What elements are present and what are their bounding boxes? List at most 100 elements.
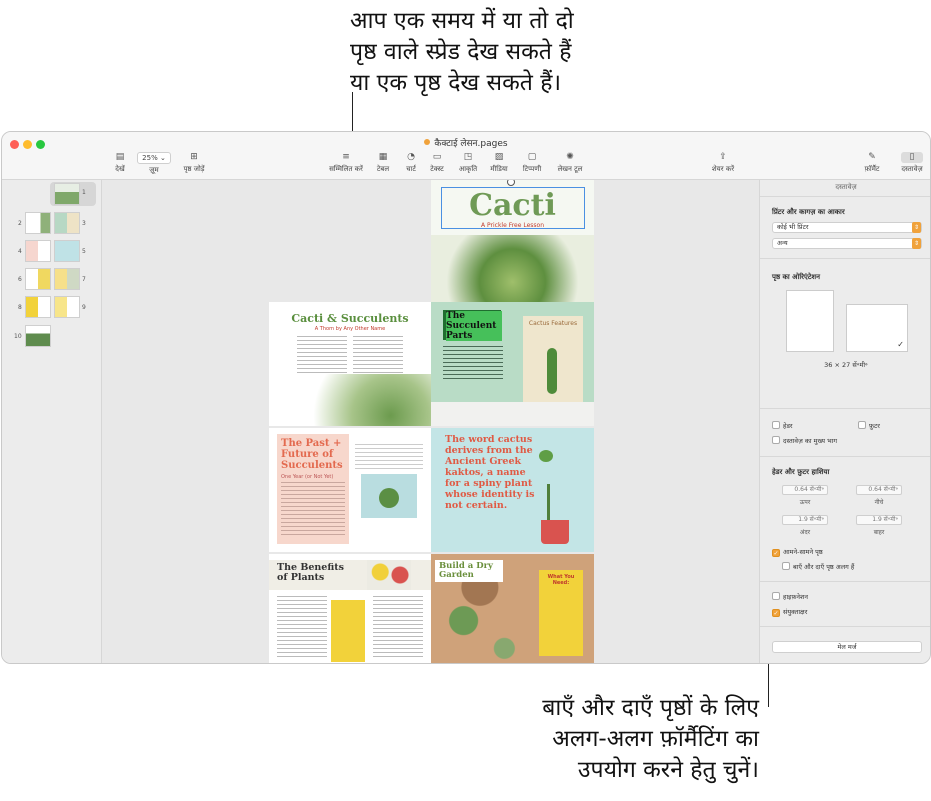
page-size-text: 36 × 27 सें॰मी॰ — [824, 361, 868, 369]
page-2-title[interactable]: Cacti & Succulents — [269, 312, 431, 325]
page-thumbnail[interactable] — [54, 268, 80, 290]
checkbox[interactable] — [772, 592, 780, 600]
top-margin-field[interactable]: 0.64 सें॰मी॰ — [782, 485, 828, 495]
footer-checkbox[interactable]: फ़ुटर — [858, 421, 880, 430]
window-title: कैक्टाई लेसन.pages — [2, 136, 930, 149]
landscape-orientation-button[interactable]: ✓ — [846, 304, 908, 352]
table-button[interactable]: ▦ टेबल — [370, 152, 396, 174]
share-button[interactable]: ⇪ शेयर करें — [707, 152, 739, 174]
margins-label: हेडर और फ़ुटर हाशिया — [772, 468, 830, 476]
comment-button[interactable]: ▢ टिप्पणी — [517, 152, 547, 174]
page-thumbnail[interactable] — [25, 268, 51, 290]
divider — [760, 408, 930, 409]
document-canvas[interactable]: Cacti A Prickle Free Lesson Cacti & Succ… — [102, 180, 759, 663]
format-label: फ़ॉर्मैट — [864, 165, 880, 173]
add-page-button[interactable]: ⊞ पृष्ठ जोड़ें — [177, 152, 211, 174]
outside-margin-field[interactable]: 1.9 सें॰मी॰ — [856, 515, 902, 525]
paper-size-popup[interactable]: अन्य ⇕ — [772, 238, 922, 249]
format-button[interactable]: ✎ फ़ॉर्मैट — [859, 152, 885, 174]
facing-pages-checkbox[interactable]: ✓ आमने-सामने पृष्ठ — [772, 547, 823, 557]
insert-button[interactable]: ≡ सम्मिलित करें — [328, 152, 364, 174]
page-thumbnail[interactable] — [54, 212, 80, 234]
media-button[interactable]: ▨ मीडिया — [486, 152, 512, 174]
document-body-label: दस्तावेज़ का मुख्य भाग — [783, 437, 838, 445]
checkbox[interactable]: ✓ — [772, 609, 780, 617]
checkbox[interactable]: ✓ — [772, 549, 780, 557]
header-checkbox[interactable]: हेडर — [772, 421, 793, 430]
callout-spreads: आप एक समय में या तो दो पृष्ठ वाले स्प्रे… — [350, 6, 650, 99]
media-label: मीडिया — [490, 165, 508, 173]
page-number: 9 — [82, 304, 86, 311]
plant-leaf — [539, 450, 553, 462]
writing-tools-button[interactable]: ✺ लेखन टूल — [553, 152, 587, 174]
page-thumbnail[interactable] — [54, 240, 80, 262]
page-7[interactable]: Build a Dry Garden What You Need: — [431, 554, 594, 663]
left-right-different-checkbox[interactable]: बाएँ और दाएँ पृष्ठ अलग हैं — [782, 562, 854, 571]
page-3-note[interactable]: Cactus Features — [527, 320, 579, 327]
paintbrush-icon: ✎ — [868, 152, 876, 162]
page-2-subtitle[interactable]: A Thorn by Any Other Name — [269, 326, 431, 332]
text-button[interactable]: ▭ टेक्स्ट — [425, 152, 449, 174]
header-label: हेडर — [783, 422, 793, 430]
zoom-select[interactable]: 25% ⌄ — [137, 152, 171, 164]
page-4-title[interactable]: The Past + Future of Succulents — [281, 438, 345, 471]
succulent-photo — [269, 374, 431, 426]
page-7-card-title[interactable]: What You Need: — [539, 574, 583, 586]
paper-value: अन्य — [777, 239, 788, 247]
page-5[interactable]: The word cactus derives from the Ancient… — [431, 428, 594, 552]
page-4-subtitle[interactable]: One Year (or Not Yet) — [281, 474, 345, 480]
writing-tools-icon: ✺ — [566, 152, 574, 162]
page-number: 4 — [18, 248, 22, 255]
chart-label: चार्ट — [406, 165, 416, 173]
page-thumbnail[interactable] — [25, 240, 51, 262]
page-thumbnail[interactable] — [25, 325, 51, 347]
inside-margin-field[interactable]: 1.9 सें॰मी॰ — [782, 515, 828, 525]
portrait-orientation-button[interactable] — [786, 290, 834, 352]
callout-line: उपयोग करने हेतु चुनें। — [577, 757, 759, 783]
mail-merge-button[interactable]: मेल मर्ज — [772, 641, 922, 653]
pages-window: कैक्टाई लेसन.pages ▤ देखें 25% ⌄ ज़ूम ⊞ पृष… — [1, 131, 931, 664]
checkbox[interactable] — [858, 421, 866, 429]
page-6-title[interactable]: The Benefits of Plants — [277, 563, 347, 583]
checkbox[interactable] — [772, 421, 780, 429]
page-number: 10 — [14, 333, 22, 340]
page-thumbnail[interactable] — [25, 212, 51, 234]
bottom-margin-field[interactable]: 0.64 सें॰मी॰ — [856, 485, 902, 495]
facing-pages-label: आमने-सामने पृष्ठ — [783, 548, 823, 556]
page-thumbnail[interactable] — [25, 296, 51, 318]
sidebar-icon: ▤ — [115, 152, 125, 162]
page-3[interactable]: The Succulent Parts Cactus Features — [431, 302, 594, 426]
page-7-title[interactable]: Build a Dry Garden — [439, 562, 505, 580]
hyphenation-checkbox[interactable]: हाइफ़नेशन — [772, 592, 808, 601]
page-4[interactable]: The Past + Future of Succulents One Year… — [269, 428, 431, 552]
document-inspector: दस्तावेज़ प्रिंटर और कागज़ का आकार कोई भ… — [759, 180, 930, 663]
page-5-quote[interactable]: The word cactus derives from the Ancient… — [445, 434, 535, 511]
document-button[interactable]: ▯ दस्तावेज़ — [895, 152, 929, 174]
checkbox[interactable] — [782, 562, 790, 570]
page-2[interactable]: Cacti & Succulents A Thorn by Any Other … — [269, 302, 431, 426]
ligatures-checkbox[interactable]: ✓ संयुक्ताक्षर — [772, 607, 807, 617]
document-body-checkbox[interactable]: दस्तावेज़ का मुख्य भाग — [772, 436, 837, 445]
share-label: शेयर करें — [711, 165, 735, 173]
page-cover[interactable]: Cacti A Prickle Free Lesson — [431, 180, 594, 302]
page-3-title[interactable]: The Succulent Parts — [446, 311, 502, 341]
document-label: दस्तावेज़ — [901, 165, 923, 173]
divider — [760, 196, 930, 197]
page-2-body-text — [297, 336, 347, 374]
divider — [760, 258, 930, 259]
potted-plants-photo — [367, 560, 411, 590]
page-thumbnail[interactable] — [54, 296, 80, 318]
page-6[interactable]: The Benefits of Plants — [269, 554, 431, 663]
chart-button[interactable]: ◔ चार्ट — [399, 152, 423, 174]
chart-icon: ◔ — [407, 152, 415, 162]
printer-popup[interactable]: कोई भी प्रिंटर ⇕ — [772, 222, 922, 233]
callout-line: या एक पृष्ठ देख सकते हैं। — [350, 70, 562, 96]
view-button[interactable]: ▤ देखें — [107, 152, 133, 174]
shape-button[interactable]: ◳ आकृति — [453, 152, 483, 174]
window-title-text: कैक्टाई लेसन.pages — [434, 139, 508, 149]
insert-icon: ≡ — [342, 152, 350, 162]
checkbox[interactable] — [772, 436, 780, 444]
zoom-control[interactable]: 25% ⌄ ज़ूम — [134, 152, 174, 175]
page-thumbnail[interactable] — [54, 183, 80, 205]
potted-cactus — [379, 488, 399, 508]
